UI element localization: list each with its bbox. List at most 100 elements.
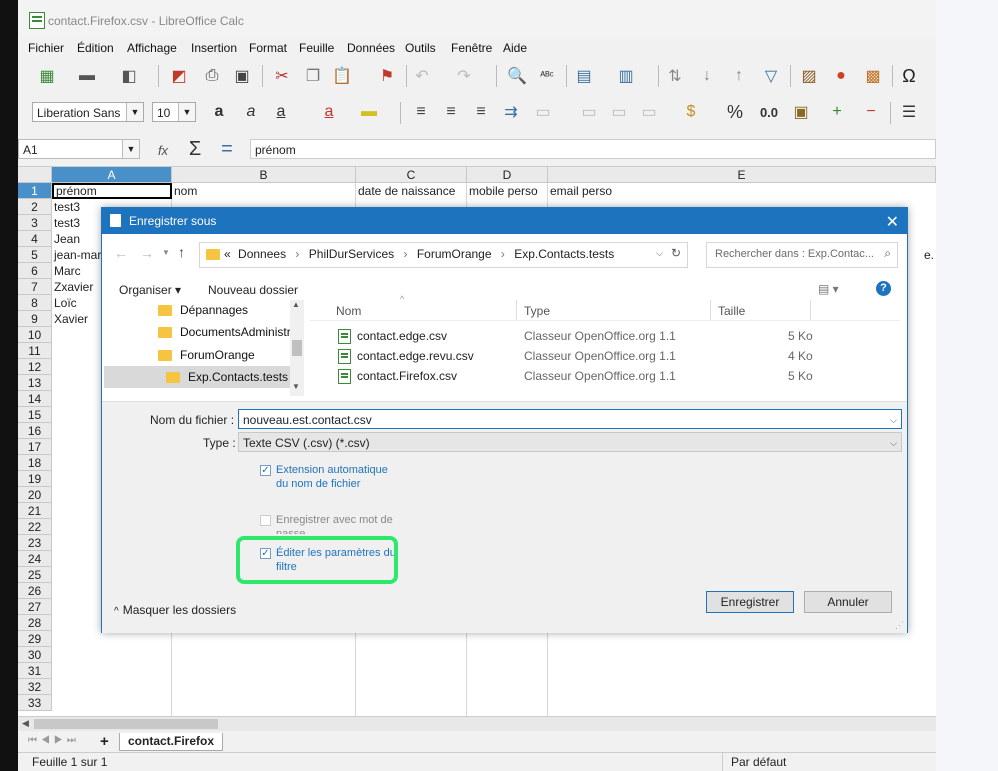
column-name[interactable]: Nom <box>336 304 361 318</box>
sheet-nav-arrows-icon[interactable]: ⏮◀▶⏭ <box>28 735 80 746</box>
row-header[interactable]: 17 <box>18 439 52 455</box>
cell-e1[interactable]: email perso <box>548 183 748 199</box>
align-right-icon[interactable]: ≡ <box>470 101 492 123</box>
row-header[interactable]: 21 <box>18 503 52 519</box>
save-button[interactable]: Enregistrer <box>706 591 794 613</box>
font-size-combo[interactable]: 10 ▼ <box>152 102 196 122</box>
row-header[interactable]: 27 <box>18 599 52 615</box>
row-header[interactable]: 28 <box>18 615 52 631</box>
chevron-right-icon[interactable]: › <box>501 247 505 261</box>
nav-item-exp-contacts[interactable]: Exp.Contacts.tests <box>166 367 288 387</box>
align-middle-icon[interactable]: ▭ <box>608 101 630 123</box>
chevron-down-icon[interactable]: ▼ <box>178 103 195 121</box>
clone-formatting-icon[interactable]: ⚑ <box>376 65 398 87</box>
row-header[interactable]: 7 <box>18 279 52 295</box>
hide-folders-toggle[interactable]: ^ Masquer les dossiers <box>114 603 236 617</box>
menu-outils[interactable]: Outils <box>405 41 436 55</box>
help-icon[interactable]: ? <box>876 281 891 296</box>
row-header[interactable]: 1 <box>18 183 52 199</box>
cell-b1[interactable]: nom <box>172 183 356 199</box>
sum-icon[interactable]: Σ <box>184 138 206 160</box>
column-header-c[interactable]: C <box>356 167 467 183</box>
select-all-corner[interactable] <box>18 167 52 183</box>
nav-scrollbar[interactable]: ▲ ▼ <box>290 300 304 396</box>
menu-format[interactable]: Format <box>249 41 287 55</box>
row-header[interactable]: 19 <box>18 471 52 487</box>
underline-icon[interactable]: a <box>270 101 292 123</box>
row-header[interactable]: 33 <box>18 695 52 711</box>
column-header-e[interactable]: E <box>548 167 936 183</box>
find-replace-icon[interactable]: 🔍 <box>506 65 528 87</box>
currency-icon[interactable]: $ <box>680 101 702 123</box>
align-top-icon[interactable]: ▭ <box>578 101 600 123</box>
column-header-b[interactable]: B <box>172 167 356 183</box>
spellcheck-icon[interactable]: ᴬᴮᶜ <box>536 65 558 87</box>
chevron-down-icon[interactable]: ⌵ <box>656 248 663 259</box>
name-box[interactable]: A1 ▼ <box>18 139 140 159</box>
column-icon[interactable]: ▥ <box>615 65 637 87</box>
row-header[interactable]: 5 <box>18 247 52 263</box>
view-options-icon[interactable]: ▤ ▾ <box>818 282 839 296</box>
chevron-down-icon[interactable]: ▼ <box>122 140 139 158</box>
italic-icon[interactable]: a <box>240 101 262 123</box>
scroll-up-icon[interactable]: ▲ <box>292 300 300 309</box>
search-icon[interactable]: ⌕ <box>884 246 891 261</box>
chevron-right-icon[interactable]: › <box>403 247 407 261</box>
organize-button[interactable]: Organiser ▾ <box>119 283 181 297</box>
font-color-icon[interactable]: a <box>318 101 340 123</box>
row-icon[interactable]: ▤ <box>573 65 595 87</box>
formula-input[interactable]: prénom <box>250 139 936 159</box>
print-icon[interactable]: ⎙ <box>201 65 223 87</box>
horizontal-scrollbar[interactable]: ◀ <box>18 717 936 731</box>
cell-d1[interactable]: mobile perso <box>467 183 548 199</box>
chevron-down-icon[interactable]: ▼ <box>126 103 143 121</box>
cell-e5-overflow[interactable]: e. <box>922 247 936 263</box>
scrollbar-thumb[interactable] <box>292 340 302 356</box>
undo-icon[interactable]: ↶ <box>411 65 433 87</box>
row-header[interactable]: 6 <box>18 263 52 279</box>
breadcrumb-item[interactable]: Exp.Contacts.tests <box>514 247 614 261</box>
breadcrumb-item[interactable]: Donnees <box>238 247 286 261</box>
row-header[interactable]: 22 <box>18 519 52 535</box>
breadcrumb-item[interactable]: PhilDurServices <box>309 247 394 261</box>
cancel-button[interactable]: Annuler <box>804 591 892 613</box>
filename-input[interactable]: nouveau.est.contact.csv ⌵ <box>238 409 902 429</box>
pivot-table-icon[interactable]: ▩ <box>862 65 884 87</box>
percent-icon[interactable]: % <box>724 101 746 123</box>
file-row[interactable]: contact.Firefox.csv Classeur OpenOffice.… <box>310 366 900 386</box>
row-header[interactable]: 30 <box>18 647 52 663</box>
align-left-icon[interactable]: ≡ <box>410 101 432 123</box>
number-format-icon[interactable]: 0.0 <box>758 101 780 123</box>
row-header[interactable]: 9 <box>18 311 52 327</box>
row-header[interactable]: 11 <box>18 343 52 359</box>
autofilter-icon[interactable]: ▽ <box>760 65 782 87</box>
new-document-icon[interactable]: ▦ <box>36 65 58 87</box>
scrollbar-thumb[interactable] <box>34 719 218 729</box>
align-bottom-icon[interactable]: ▭ <box>638 101 660 123</box>
special-character-icon[interactable]: Ω <box>898 65 920 87</box>
menu-affichage[interactable]: Affichage <box>127 41 177 55</box>
row-header[interactable]: 25 <box>18 567 52 583</box>
row-header[interactable]: 20 <box>18 487 52 503</box>
row-header[interactable]: 29 <box>18 631 52 647</box>
nav-item-depannages[interactable]: Dépannages <box>158 300 248 320</box>
row-header[interactable]: 4 <box>18 231 52 247</box>
password-checkbox[interactable] <box>260 515 271 526</box>
open-folder-icon[interactable]: ▬ <box>76 65 98 87</box>
row-header[interactable]: 15 <box>18 407 52 423</box>
close-icon[interactable]: ✕ <box>886 212 899 232</box>
menu-aide[interactable]: Aide <box>503 41 527 55</box>
menu-fichier[interactable]: Fichier <box>28 41 64 55</box>
insert-image-icon[interactable]: ▨ <box>798 65 820 87</box>
indent-icon[interactable]: ☰ <box>898 101 920 123</box>
copy-icon[interactable]: ❐ <box>302 65 324 87</box>
save-icon[interactable]: ◧ <box>118 65 140 87</box>
cell-a1[interactable]: prénom <box>52 183 172 199</box>
breadcrumb-item[interactable]: ForumOrange <box>417 247 492 261</box>
row-header[interactable]: 12 <box>18 359 52 375</box>
sort-icon[interactable]: ⇅ <box>664 65 686 87</box>
row-header[interactable]: 32 <box>18 679 52 695</box>
row-header[interactable]: 2 <box>18 199 52 215</box>
add-sheet-button[interactable]: + <box>100 733 109 750</box>
paste-icon[interactable]: 📋 <box>331 65 353 87</box>
